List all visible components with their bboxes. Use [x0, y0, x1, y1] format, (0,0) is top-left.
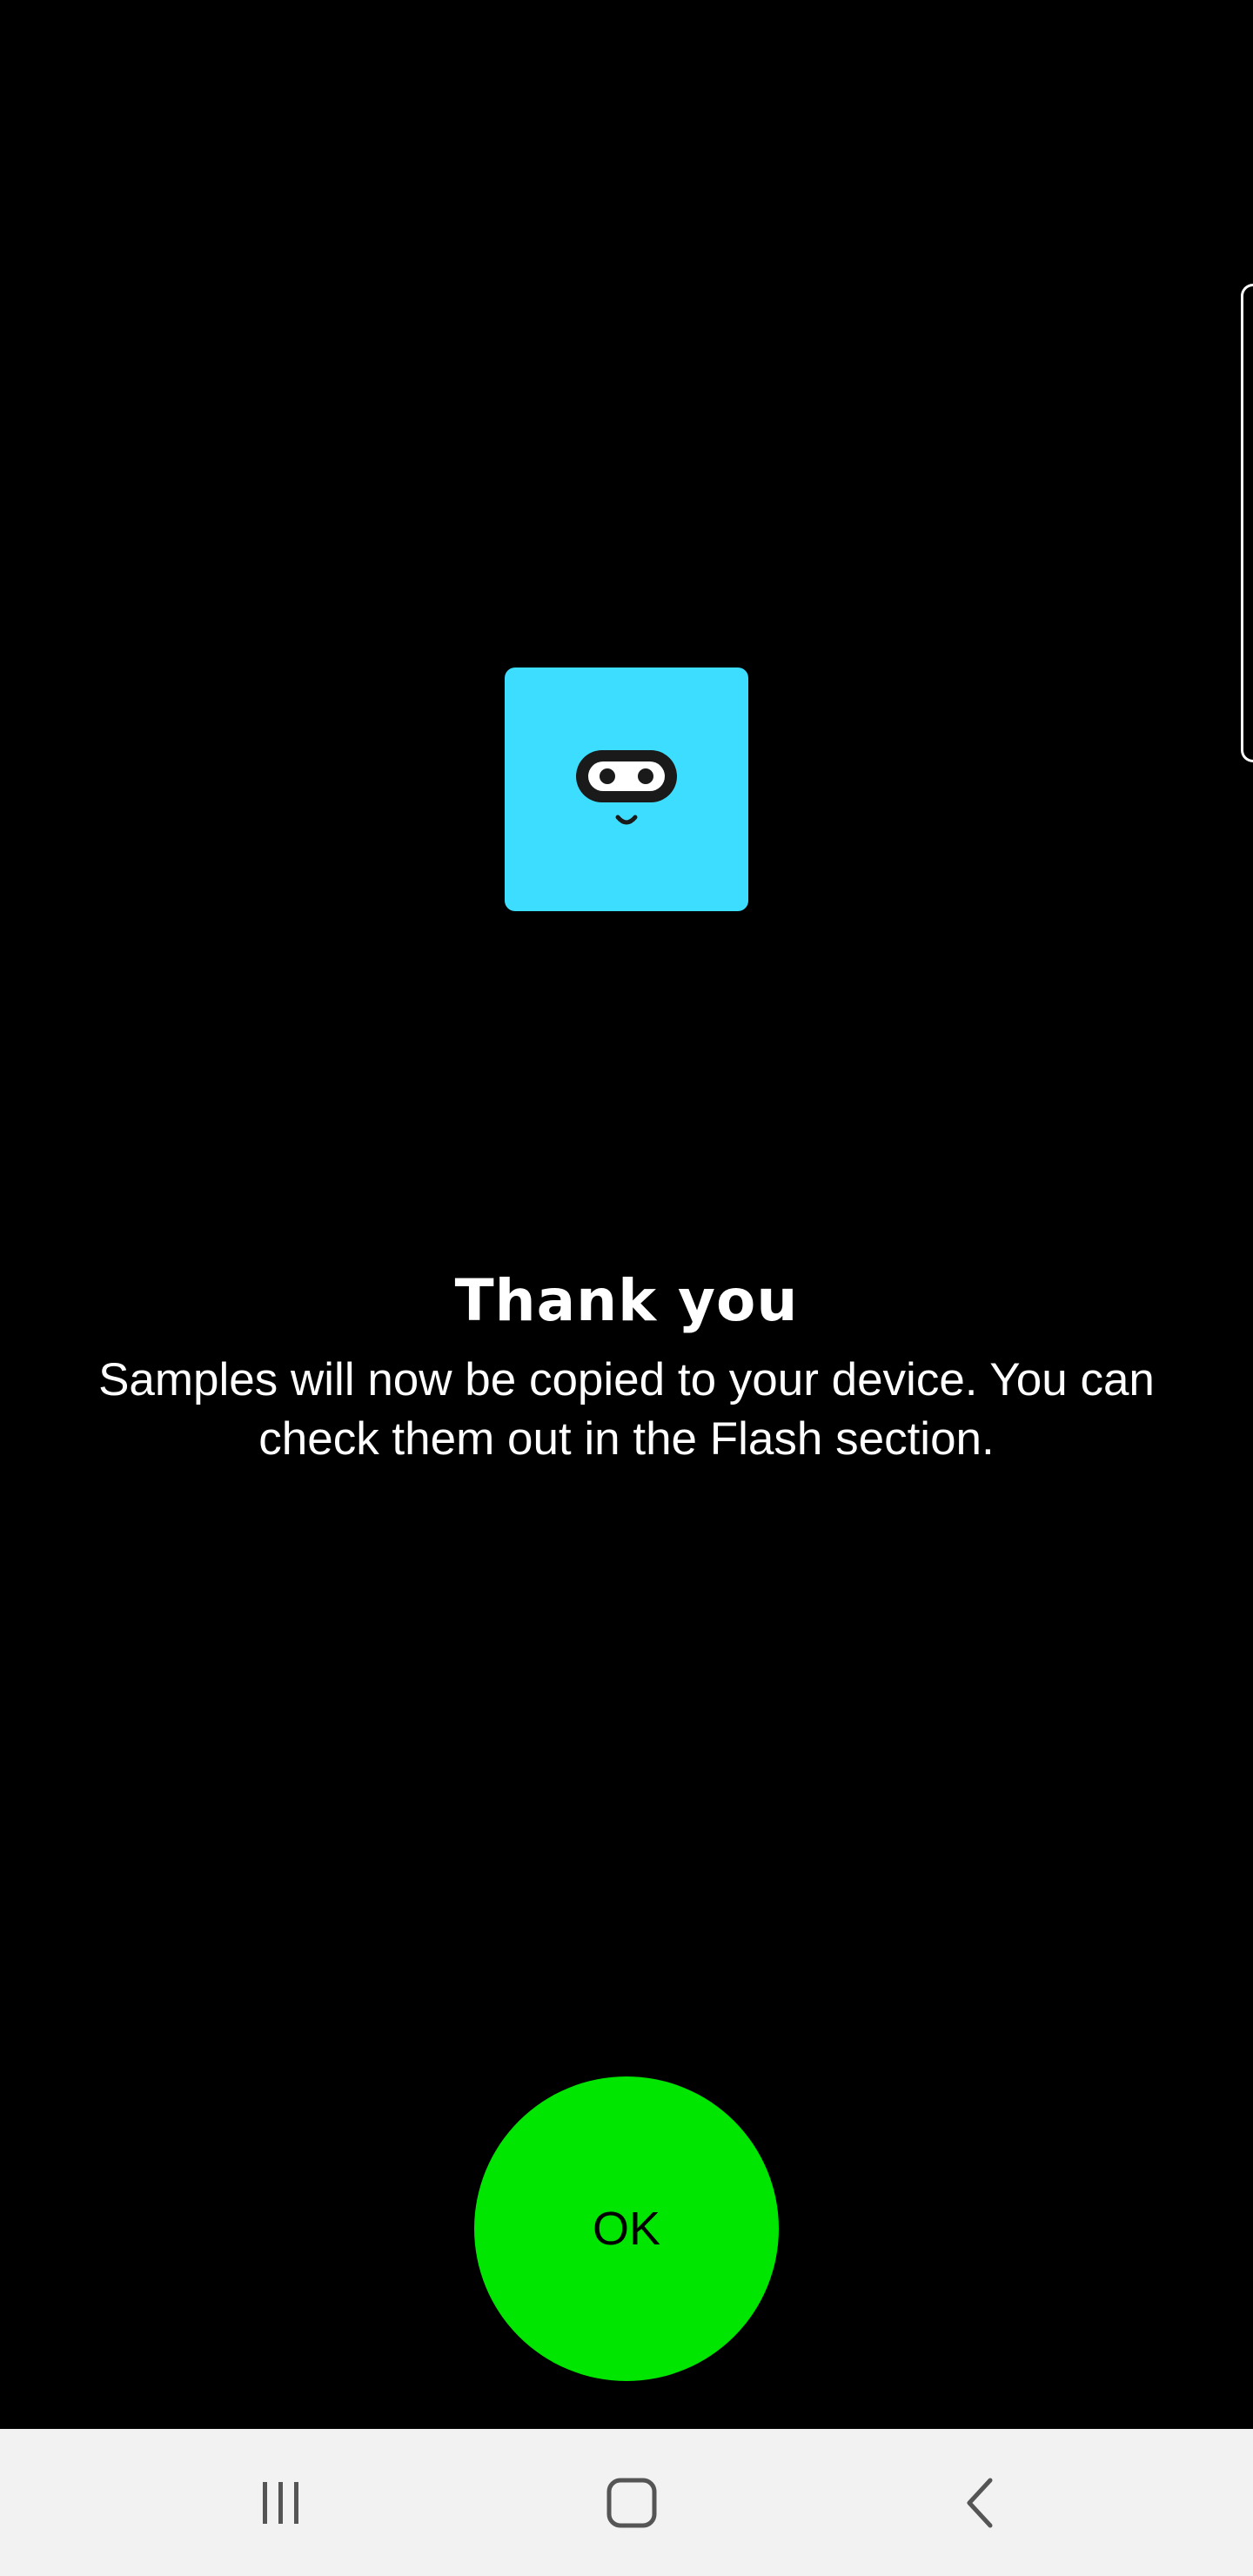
microbit-logo-tile [505, 667, 748, 911]
system-navigation-bar [0, 2429, 1253, 2576]
home-icon [606, 2478, 657, 2527]
edge-panel-handle[interactable] [1241, 284, 1253, 762]
recents-icon [263, 2481, 298, 2524]
thank-you-screen: Thank you Samples will now be copied to … [0, 0, 1253, 2576]
ok-button[interactable]: OK [474, 2076, 779, 2381]
back-button[interactable] [895, 2429, 1069, 2576]
back-icon [967, 2478, 993, 2527]
dialog-message: Samples will now be copied to your devic… [98, 1354, 1155, 1465]
home-button[interactable] [545, 2429, 719, 2576]
recents-button[interactable] [194, 2429, 368, 2576]
microbit-face-icon [576, 750, 677, 825]
dialog-title: Thank you [454, 1267, 799, 1334]
